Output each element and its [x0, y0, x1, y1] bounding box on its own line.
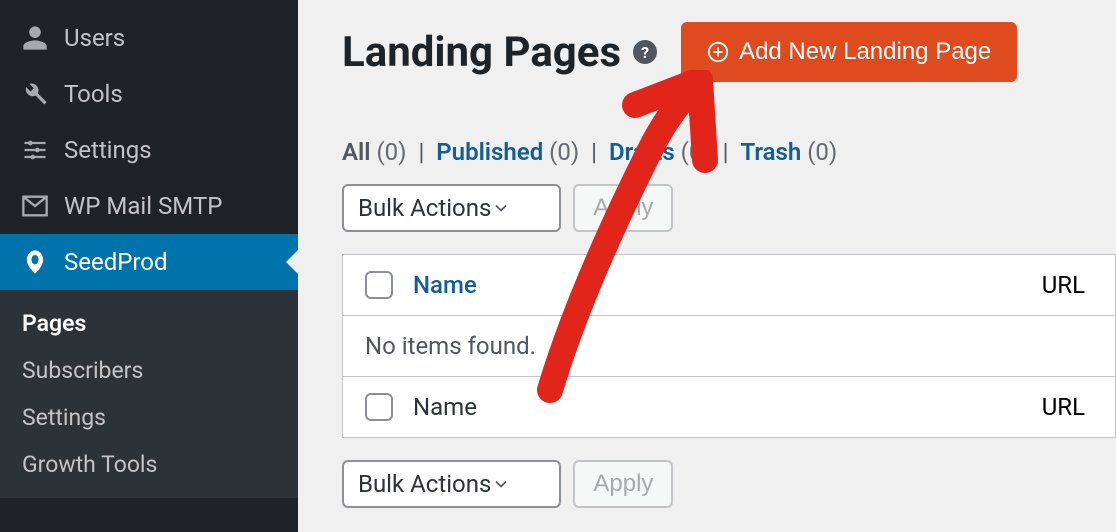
page-title: Landing Pages ?	[342, 28, 657, 77]
add-button-label: Add New Landing Page	[739, 38, 991, 66]
seedprod-icon	[20, 247, 50, 277]
status-filter-tabs: All (0) | Published (0) | Drafts (0) | T…	[342, 138, 1116, 166]
apply-button[interactable]: Apply	[573, 184, 673, 232]
table-footer: Name URL	[343, 377, 1115, 437]
sidebar-item-label: WP Mail SMTP	[64, 192, 222, 220]
bulk-select-label: Bulk Actions	[358, 194, 491, 222]
help-icon[interactable]: ?	[633, 40, 657, 64]
filter-all[interactable]: All (0)	[342, 138, 407, 166]
sidebar-item-label: Users	[64, 24, 125, 52]
apply-button-bottom[interactable]: Apply	[573, 460, 673, 508]
user-icon	[20, 23, 50, 53]
chevron-down-icon	[491, 474, 511, 494]
sidebar-item-label: SeedProd	[64, 248, 168, 276]
plus-circle-icon	[707, 41, 729, 63]
sidebar-submenu: Pages Subscribers Settings Growth Tools	[0, 290, 298, 498]
bulk-actions-select-bottom[interactable]: Bulk Actions	[342, 460, 561, 508]
filter-trash[interactable]: Trash (0)	[740, 138, 837, 166]
column-footer-name: Name	[413, 393, 1042, 421]
bulk-actions-top: Bulk Actions Apply	[342, 184, 1116, 232]
filter-published[interactable]: Published (0)	[436, 138, 579, 166]
filter-drafts[interactable]: Drafts (0)	[609, 138, 711, 166]
submenu-item-subscribers[interactable]: Subscribers	[0, 347, 298, 394]
select-all-checkbox[interactable]	[365, 271, 393, 299]
submenu-item-growth-tools[interactable]: Growth Tools	[0, 441, 298, 488]
submenu-item-pages[interactable]: Pages	[0, 300, 298, 347]
mail-icon	[20, 191, 50, 221]
landing-pages-table: Name URL No items found. Name URL	[342, 254, 1116, 438]
column-header-name[interactable]: Name	[413, 271, 1042, 299]
page-header: Landing Pages ? Add New Landing Page	[342, 22, 1116, 82]
sidebar-item-seedprod[interactable]: SeedProd	[0, 234, 298, 290]
sidebar-item-users[interactable]: Users	[0, 10, 298, 66]
column-header-url: URL	[1042, 271, 1085, 299]
table-header: Name URL	[343, 255, 1115, 316]
wp-admin-sidebar: Users Tools Settings WP Mail SMTP SeedPr…	[0, 0, 298, 532]
bulk-actions-select[interactable]: Bulk Actions	[342, 184, 561, 232]
main-content: Landing Pages ? Add New Landing Page All…	[298, 0, 1116, 532]
submenu-item-settings[interactable]: Settings	[0, 394, 298, 441]
sidebar-item-label: Settings	[64, 136, 152, 164]
column-footer-url: URL	[1042, 393, 1085, 421]
sliders-icon	[20, 135, 50, 165]
table-empty-message: No items found.	[343, 316, 1115, 377]
select-all-checkbox-bottom[interactable]	[365, 393, 393, 421]
bulk-actions-bottom: Bulk Actions Apply	[342, 460, 1116, 508]
sidebar-item-label: Tools	[64, 80, 123, 108]
add-new-landing-page-button[interactable]: Add New Landing Page	[681, 22, 1017, 82]
wrench-icon	[20, 79, 50, 109]
sidebar-item-wpmailsmtp[interactable]: WP Mail SMTP	[0, 178, 298, 234]
page-title-text: Landing Pages	[342, 28, 621, 77]
sidebar-item-settings[interactable]: Settings	[0, 122, 298, 178]
sidebar-item-tools[interactable]: Tools	[0, 66, 298, 122]
chevron-down-icon	[491, 198, 511, 218]
bulk-select-label: Bulk Actions	[358, 470, 491, 498]
